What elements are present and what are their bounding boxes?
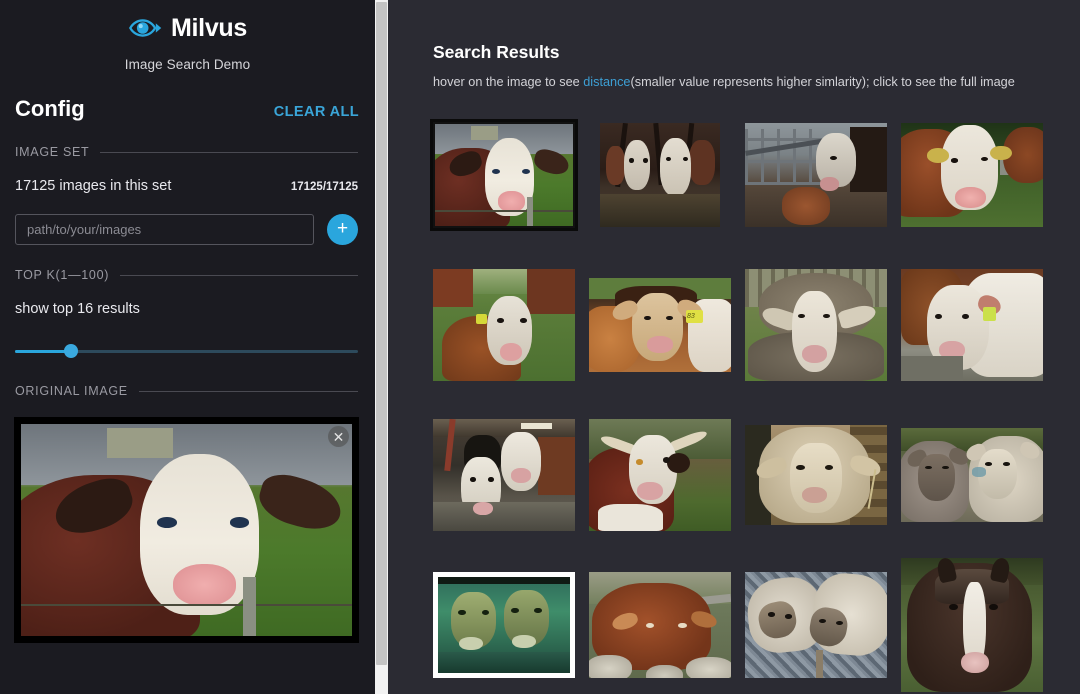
result-image-brown-cow-in-field[interactable] <box>433 269 575 381</box>
image-set-progress: 17125/17125 <box>291 181 358 193</box>
distance-link[interactable]: distance <box>583 75 630 89</box>
result-image-white-charolais-cow[interactable] <box>901 269 1043 381</box>
path-input-row: + <box>0 214 375 245</box>
image-set-count: 17125 images in this set <box>15 178 171 194</box>
image-set-label: IMAGE SET <box>15 145 89 159</box>
result-image-two-sheep-on-gravel[interactable] <box>745 572 887 678</box>
section-divider <box>100 152 358 153</box>
result-thumbnail <box>433 419 575 531</box>
top-k-label: TOP K(1—100) <box>15 268 109 282</box>
brand-name: Milvus <box>171 16 247 41</box>
original-image-frame[interactable]: ✕ <box>14 417 359 643</box>
plus-icon: + <box>337 219 348 238</box>
result-cell[interactable] <box>745 255 887 395</box>
search-results-panel: Search Results hover on the image to see… <box>375 0 1080 694</box>
result-image-hereford-closeup-pasture[interactable] <box>901 123 1043 227</box>
result-thumbnail <box>589 572 731 678</box>
result-thumbnail <box>901 123 1043 227</box>
slider-thumb[interactable] <box>64 344 78 358</box>
result-thumbnail <box>433 572 575 678</box>
result-cell[interactable] <box>433 105 575 245</box>
image-set-section-header: IMAGE SET <box>0 145 375 159</box>
original-image-label: ORIGINAL IMAGE <box>15 384 128 398</box>
result-thumbnail <box>901 428 1043 522</box>
config-sidebar: Milvus Image Search Demo Config CLEAR AL… <box>0 0 375 694</box>
section-divider <box>120 275 358 276</box>
result-cell[interactable] <box>433 255 575 395</box>
image-path-input[interactable] <box>15 214 314 245</box>
image-set-count-row: 17125 images in this set 17125/17125 <box>0 178 375 194</box>
result-cell[interactable]: 83 <box>589 255 731 395</box>
top-k-section-header: TOP K(1—100) <box>0 268 375 282</box>
result-cell[interactable] <box>589 555 731 694</box>
vertical-scrollbar[interactable] <box>375 0 388 694</box>
results-subtitle: hover on the image to see distance(small… <box>433 75 1080 89</box>
result-thumbnail <box>589 419 731 531</box>
result-image-cow-in-metal-pen[interactable] <box>745 123 887 227</box>
result-thumbnail <box>901 558 1043 692</box>
add-path-button[interactable]: + <box>327 214 358 245</box>
result-cell[interactable] <box>433 555 575 694</box>
result-image-tan-calf-with-ear-tag[interactable]: 83 <box>589 278 731 372</box>
section-divider <box>139 391 358 392</box>
clear-all-button[interactable]: CLEAR ALL <box>274 104 359 120</box>
result-thumbnail <box>745 123 887 227</box>
result-cell[interactable] <box>589 405 731 545</box>
scrollbar-thumb[interactable] <box>376 2 387 665</box>
app-root: Milvus Image Search Demo Config CLEAR AL… <box>0 0 1080 694</box>
result-cell[interactable] <box>745 105 887 245</box>
result-cell[interactable] <box>901 555 1043 694</box>
original-image-section-header: ORIGINAL IMAGE <box>0 384 375 398</box>
result-image-lamb-closeup[interactable] <box>745 425 887 525</box>
result-cell[interactable] <box>589 105 731 245</box>
result-thumbnail <box>745 269 887 381</box>
result-image-red-bull-behind-wall[interactable] <box>589 572 731 678</box>
result-image-two-lambs[interactable] <box>901 428 1043 522</box>
top-k-value-text: show top 16 results <box>0 301 375 317</box>
result-image-merino-ram-in-field[interactable] <box>745 269 887 381</box>
result-thumbnail: 83 <box>589 278 731 372</box>
result-cell[interactable] <box>901 105 1043 245</box>
result-cell[interactable] <box>745 555 887 694</box>
result-cell[interactable] <box>745 405 887 545</box>
result-cell[interactable] <box>433 405 575 545</box>
page-title: Config <box>15 96 85 122</box>
original-image-wrapper: ✕ <box>0 417 375 643</box>
eye-icon <box>128 11 162 45</box>
result-cell[interactable] <box>901 255 1043 395</box>
result-image-dark-horse-white-blaze[interactable] <box>901 558 1043 692</box>
result-cell[interactable] <box>901 405 1043 545</box>
brand-header: Milvus <box>0 0 375 45</box>
result-thumbnail <box>745 425 887 525</box>
result-image-hereford-cow-pasture[interactable] <box>433 122 575 228</box>
result-image-horned-red-white-cow[interactable] <box>589 419 731 531</box>
result-thumbnail <box>600 123 720 227</box>
result-thumbnail <box>433 269 575 381</box>
result-thumbnail <box>901 269 1043 381</box>
result-thumbnail <box>435 124 573 226</box>
original-image-preview <box>21 424 352 636</box>
result-image-two-cows-in-barn[interactable] <box>600 123 720 227</box>
config-header-row: Config CLEAR ALL <box>0 72 375 122</box>
results-grid: 83 <box>433 105 1058 694</box>
close-icon[interactable]: ✕ <box>328 426 349 447</box>
top-k-slider[interactable] <box>0 344 375 358</box>
subtitle-text-after: (smaller value represents higher simlari… <box>631 75 1015 89</box>
app-subtitle: Image Search Demo <box>0 57 375 72</box>
result-image-two-cows-in-shed[interactable] <box>433 419 575 531</box>
subtitle-text-before: hover on the image to see <box>433 75 583 89</box>
result-thumbnail <box>745 572 887 678</box>
result-image-vintage-photo-two-cows[interactable] <box>433 572 575 678</box>
results-title: Search Results <box>433 42 1080 63</box>
